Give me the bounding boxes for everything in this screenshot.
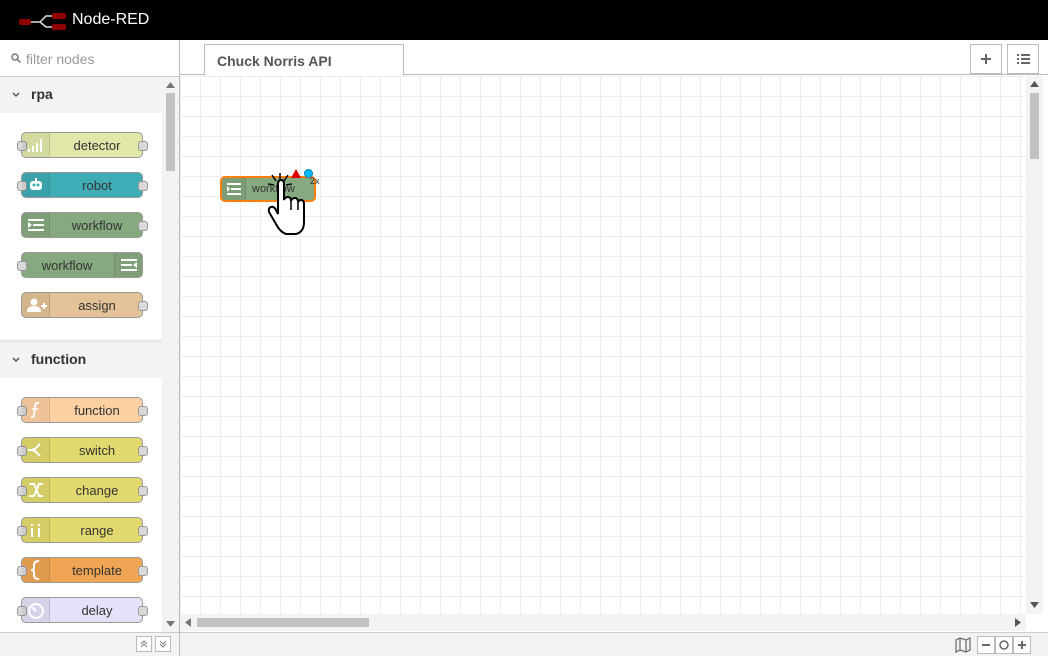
output-port bbox=[138, 141, 148, 151]
output-port bbox=[138, 446, 148, 456]
zoom-reset-button[interactable] bbox=[995, 636, 1013, 654]
node-label: template bbox=[72, 563, 122, 578]
scrollbar-thumb[interactable] bbox=[197, 618, 369, 627]
workflow-icon bbox=[222, 178, 246, 200]
node-label: assign bbox=[78, 298, 116, 313]
output-port bbox=[138, 301, 148, 311]
output-port bbox=[138, 486, 148, 496]
scroll-up-arrow-icon bbox=[1030, 81, 1039, 87]
category-body-rpa: detector robot workflow workflow assign bbox=[0, 113, 162, 339]
palette-node-robot[interactable]: robot bbox=[17, 172, 148, 198]
list-icon bbox=[1017, 54, 1030, 64]
scrollbar-thumb[interactable] bbox=[166, 93, 175, 171]
palette-scrollbar[interactable] bbox=[162, 77, 179, 632]
collapse-all-button[interactable] bbox=[136, 636, 152, 652]
workspace-tabbar: Chuck Norris API bbox=[180, 40, 1048, 76]
node-label: change bbox=[75, 483, 119, 498]
output-port bbox=[138, 526, 148, 536]
workflow-icon bbox=[22, 213, 50, 237]
timer-icon bbox=[22, 598, 50, 622]
node-label: robot bbox=[82, 178, 112, 193]
output-port bbox=[138, 606, 148, 616]
add-flow-button[interactable] bbox=[970, 44, 1002, 74]
output-port bbox=[138, 566, 148, 576]
workflow-icon bbox=[114, 253, 142, 277]
tab-chuck-norris-api[interactable]: Chuck Norris API bbox=[204, 44, 404, 76]
zoom-out-button[interactable] bbox=[977, 636, 995, 654]
shuffle-icon bbox=[22, 478, 50, 502]
navigator-button[interactable] bbox=[954, 636, 972, 654]
palette-node-template[interactable]: template bbox=[17, 557, 148, 583]
map-icon bbox=[955, 637, 971, 653]
minus-icon bbox=[982, 644, 990, 646]
filter-nodes-input[interactable] bbox=[26, 49, 174, 69]
scroll-down-arrow-icon bbox=[166, 621, 175, 627]
node-label: range bbox=[80, 523, 114, 538]
palette-node-workflow-in[interactable]: workflow bbox=[17, 252, 143, 278]
workspace-footer bbox=[180, 632, 1048, 656]
range-icon bbox=[22, 518, 50, 542]
node-label: workflow bbox=[41, 258, 93, 273]
switch-icon bbox=[22, 438, 50, 462]
tab-label: Chuck Norris API bbox=[217, 53, 332, 69]
palette-node-workflow[interactable]: workflow bbox=[21, 212, 148, 238]
zoom-in-button[interactable] bbox=[1013, 636, 1031, 654]
palette-node-delay[interactable]: delay bbox=[17, 597, 148, 623]
node-label: delay bbox=[81, 603, 113, 618]
app-title: Node-RED bbox=[72, 11, 150, 28]
plus-icon bbox=[1018, 641, 1026, 649]
header-bar: Node-RED bbox=[0, 0, 1048, 40]
expand-all-button[interactable] bbox=[155, 636, 171, 652]
scrollbar-thumb[interactable] bbox=[1030, 93, 1039, 159]
category-label: function bbox=[31, 351, 87, 367]
palette-node-change[interactable]: change bbox=[17, 477, 148, 503]
double-chevron-down-icon bbox=[159, 640, 167, 648]
category-body-function: function switch change range template de… bbox=[0, 378, 162, 632]
category-header-function[interactable]: function bbox=[0, 341, 162, 377]
palette-node-function[interactable]: function bbox=[17, 397, 148, 423]
palette-search bbox=[0, 40, 179, 77]
node-label: function bbox=[74, 403, 120, 418]
hand-cursor-icon bbox=[267, 173, 305, 235]
braces-icon bbox=[22, 558, 50, 582]
add-user-icon bbox=[22, 293, 50, 317]
double-chevron-up-icon bbox=[140, 640, 148, 648]
palette-node-range[interactable]: range bbox=[17, 517, 148, 543]
palette-node-detector[interactable]: detector bbox=[17, 132, 148, 158]
canvas-vertical-scrollbar[interactable] bbox=[1026, 76, 1043, 614]
signal-bars-icon bbox=[22, 133, 50, 157]
canvas-horizontal-scrollbar[interactable] bbox=[180, 614, 1026, 631]
robot-icon bbox=[22, 173, 50, 197]
plus-icon bbox=[981, 54, 991, 64]
output-port bbox=[138, 181, 148, 191]
chevron-down-icon bbox=[12, 92, 20, 98]
palette-footer bbox=[0, 632, 179, 656]
node-label: switch bbox=[78, 443, 116, 458]
output-port bbox=[138, 221, 148, 231]
node-label: workflow bbox=[71, 218, 123, 233]
category-label: rpa bbox=[31, 86, 53, 102]
scroll-up-arrow-icon bbox=[166, 82, 175, 88]
chevron-down-icon bbox=[12, 357, 20, 363]
function-icon bbox=[22, 398, 50, 422]
output-port bbox=[138, 406, 148, 416]
scroll-left-arrow-icon bbox=[185, 618, 191, 627]
node-red-logo-icon bbox=[19, 13, 66, 30]
flow-list-button[interactable] bbox=[1007, 44, 1039, 74]
node-label: detector bbox=[73, 138, 121, 153]
scroll-down-arrow-icon bbox=[1030, 602, 1039, 608]
workspace: Chuck Norris API workflow 2x bbox=[180, 40, 1048, 656]
scroll-right-arrow-icon bbox=[1015, 618, 1021, 627]
palette-node-assign[interactable]: assign bbox=[21, 292, 148, 318]
node-palette: rpa detector robot workflow bbox=[0, 40, 180, 656]
category-header-rpa[interactable]: rpa bbox=[0, 77, 162, 113]
flow-canvas[interactable]: workflow 2x bbox=[180, 76, 1026, 614]
circle-icon bbox=[999, 640, 1009, 650]
search-icon bbox=[11, 53, 21, 63]
palette-node-switch[interactable]: switch bbox=[17, 437, 148, 463]
